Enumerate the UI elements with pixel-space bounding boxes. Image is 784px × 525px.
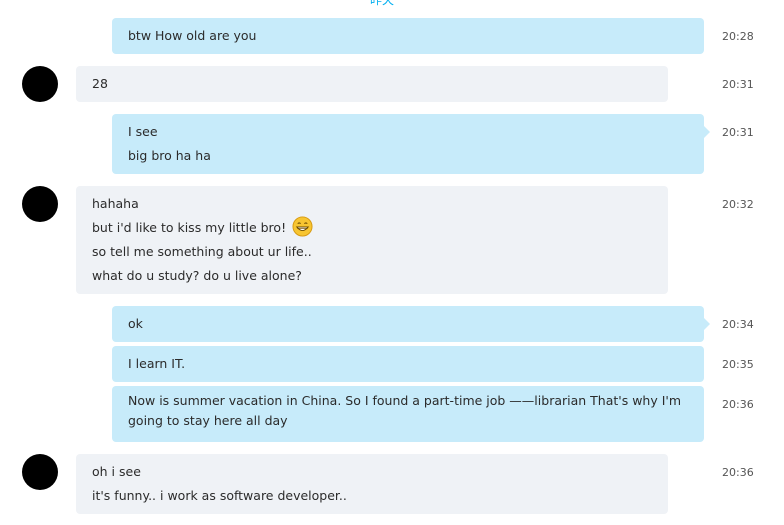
message-incoming[interactable]: 28: [76, 66, 668, 102]
message-timestamp: 20:31: [722, 126, 754, 139]
message-outgoing[interactable]: btw How old are you: [112, 18, 704, 54]
date-divider-label: 昨天: [370, 0, 395, 7]
message-text-line: big bro ha ha: [128, 148, 211, 163]
message-text-line: Now is summer vacation in China. So I fo…: [128, 393, 682, 408]
avatar[interactable]: [22, 454, 58, 490]
message-text-line: oh i see: [92, 464, 141, 479]
message-timestamp: 20:36: [722, 398, 754, 411]
message-incoming[interactable]: hahaha but i'd like to kiss my little br…: [76, 186, 668, 294]
grinning-emoji-icon[interactable]: [292, 216, 313, 237]
avatar[interactable]: [22, 66, 58, 102]
message-timestamp: 20:36: [722, 466, 754, 479]
message-text-line: I see: [128, 124, 158, 139]
message-text: I learn IT.: [128, 356, 186, 371]
message-text-line: going to stay here all day: [128, 413, 288, 428]
message-outgoing[interactable]: I learn IT.: [112, 346, 704, 382]
message-outgoing[interactable]: ok: [112, 306, 710, 342]
message-text: ok: [128, 316, 143, 331]
message-text-line: it's funny.. i work as software develope…: [92, 488, 347, 503]
message-text-line: what do u study? do u live alone?: [92, 268, 302, 283]
message-text: 28: [92, 76, 108, 91]
message-timestamp: 20:28: [722, 30, 754, 43]
message-text-line: so tell me something about ur life..: [92, 244, 312, 259]
message-timestamp: 20:34: [722, 318, 754, 331]
avatar[interactable]: [22, 186, 58, 222]
message-text-line: hahaha: [92, 196, 139, 211]
message-timestamp: 20:32: [722, 198, 754, 211]
message-timestamp: 20:31: [722, 78, 754, 91]
message-text: btw How old are you: [128, 28, 257, 43]
message-text-line: but i'd like to kiss my little bro!: [92, 220, 287, 235]
message-timestamp: 20:35: [722, 358, 754, 371]
message-incoming[interactable]: oh i see it's funny.. i work as software…: [76, 454, 668, 514]
message-outgoing[interactable]: Now is summer vacation in China. So I fo…: [112, 386, 704, 442]
message-outgoing[interactable]: I see big bro ha ha: [112, 114, 710, 174]
